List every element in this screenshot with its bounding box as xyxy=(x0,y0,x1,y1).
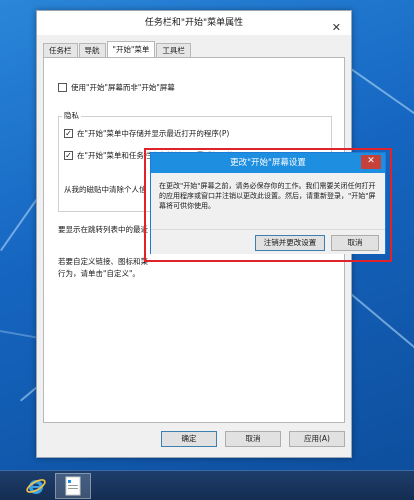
close-icon[interactable]: ✕ xyxy=(361,155,381,169)
dialog-cancel-button[interactable]: 取消 xyxy=(331,235,379,251)
privacy-group-label: 隐私 xyxy=(62,110,81,121)
checkbox-checked[interactable]: ✓ xyxy=(64,151,73,160)
tab-navigation[interactable]: 导航 xyxy=(78,43,106,58)
dialog-title: 更改"开始"屏幕设置 xyxy=(230,158,306,168)
ie-logo xyxy=(26,479,46,494)
tab-strip: 任务栏 导航 "开始"菜单 工具栏 xyxy=(43,41,192,58)
window-title: 任务栏和"开始"菜单属性 xyxy=(144,18,244,28)
properties-window-icon[interactable] xyxy=(55,473,91,499)
jumplist-text: 要显示在跳转列表中的最近 xyxy=(58,225,148,234)
apply-button[interactable]: 应用(A) xyxy=(289,431,345,447)
checkbox-checked[interactable]: ✓ xyxy=(64,129,73,138)
dialog-footer: 注销并更改设置 取消 xyxy=(151,229,385,254)
close-icon[interactable]: ✕ xyxy=(332,16,341,40)
customize-text-2: 行为，请单击"自定义"。 xyxy=(58,269,140,278)
taskbar xyxy=(0,470,414,500)
window-thumbnail xyxy=(65,476,81,496)
dialog-message: 在更改"开始"屏幕之前，请务必保存你的工作。我们需要关闭任何打开的应用程序或窗口… xyxy=(159,182,376,210)
cancel-button[interactable]: 取消 xyxy=(225,431,281,447)
use-start-screen-option[interactable]: 使用"开始"屏幕而非"开始"屏幕 xyxy=(58,82,175,93)
checkbox[interactable] xyxy=(58,83,67,92)
dialog-titlebar: 更改"开始"屏幕设置 xyxy=(151,153,385,173)
tab-start-menu[interactable]: "开始"菜单 xyxy=(106,41,156,58)
ok-button[interactable]: 确定 xyxy=(161,431,217,447)
signout-change-button[interactable]: 注销并更改设置 xyxy=(255,235,325,251)
customize-text: 若要自定义链接、图标和菜 xyxy=(58,257,148,266)
change-start-screen-dialog: 更改"开始"屏幕设置 ✕ 在更改"开始"屏幕之前，请务必保存你的工作。我们需要关… xyxy=(150,152,386,254)
ie-icon[interactable] xyxy=(18,473,54,499)
clear-tiles-text: 从我的磁贴中清除个人信 xyxy=(64,185,147,194)
option-label: 使用"开始"屏幕而非"开始"屏幕 xyxy=(71,83,175,92)
tab-toolbars[interactable]: 工具栏 xyxy=(156,43,191,58)
tab-taskbar[interactable]: 任务栏 xyxy=(43,43,78,58)
store-programs-option[interactable]: ✓ 在"开始"菜单中存储并显示最近打开的程序(P) xyxy=(64,128,229,139)
option-label: 在"开始"菜单中存储并显示最近打开的程序(P) xyxy=(77,129,230,138)
window-titlebar: 任务栏和"开始"菜单属性 ✕ xyxy=(37,11,351,35)
